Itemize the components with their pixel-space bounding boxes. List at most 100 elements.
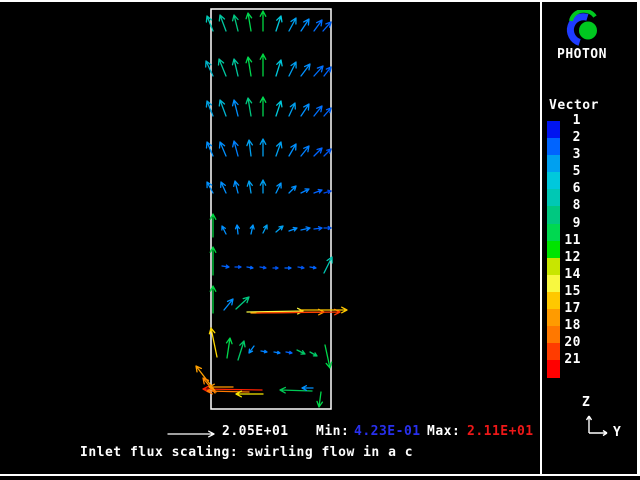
- vector-arrow: [233, 141, 238, 156]
- scale-value: 2.05E+01: [222, 425, 289, 439]
- axis-y-label: Y: [613, 426, 621, 440]
- legend-label: 5: [561, 165, 581, 179]
- legend-swatch: [547, 275, 560, 292]
- vector-arrow: [289, 18, 296, 31]
- vector-arrow: [233, 100, 238, 116]
- vector-arrow: [289, 144, 296, 156]
- vector-arrow: [227, 338, 233, 358]
- legend-swatch: [547, 258, 560, 275]
- vector-arrow: [314, 20, 322, 31]
- vector-arrow: [314, 106, 322, 116]
- photon-app-window: PHOTON Vector 12356891112141517182021 Z …: [0, 0, 640, 480]
- vector-arrow: [289, 103, 295, 116]
- vector-arrow: [234, 181, 239, 193]
- max-value: 2.11E+01: [467, 425, 534, 439]
- vector-arrow: [260, 97, 266, 116]
- vector-arrow: [219, 15, 226, 31]
- vector-arrow: [324, 149, 331, 156]
- legend-swatch: [547, 360, 560, 377]
- vector-arrow: [250, 225, 254, 234]
- vector-arrow: [260, 54, 266, 76]
- photon-logo-icon: [564, 10, 608, 50]
- vector-arrow: [301, 104, 309, 116]
- vector-arrow: [276, 142, 282, 156]
- vector-arrow: [289, 186, 296, 193]
- vector-plot-canvas: [0, 0, 640, 480]
- vector-arrow: [289, 62, 296, 76]
- legend-label: 1: [561, 114, 581, 128]
- vector-arrow: [238, 341, 245, 360]
- vector-arrow: [207, 182, 213, 193]
- vector-arrow: [274, 351, 280, 353]
- vector-arrow: [301, 146, 309, 156]
- vector-arrow: [297, 350, 305, 354]
- legend-swatch: [547, 172, 560, 189]
- vector-arrow: [286, 351, 292, 353]
- legend-swatch: [547, 189, 560, 206]
- vector-arrow: [289, 228, 297, 232]
- vector-arrow: [323, 22, 331, 31]
- legend-swatch: [547, 292, 560, 309]
- vector-arrow: [276, 60, 282, 76]
- vector-arrow: [246, 57, 252, 76]
- vector-arrow: [314, 190, 322, 194]
- vector-arrow: [324, 67, 331, 76]
- legend-label: 18: [561, 319, 581, 333]
- vector-arrow: [285, 267, 291, 269]
- axis-z-label: Z: [582, 396, 590, 410]
- vector-arrow: [260, 180, 265, 193]
- vector-arrow: [310, 266, 316, 268]
- vector-arrow: [219, 59, 227, 76]
- vector-arrow: [260, 11, 266, 31]
- legend-label: 20: [561, 336, 581, 350]
- color-legend: 12356891112141517182021: [547, 121, 583, 377]
- legend-label: 9: [561, 217, 581, 231]
- vector-arrow: [301, 189, 309, 193]
- vector-arrow: [246, 98, 252, 116]
- legend-swatch: [547, 206, 560, 223]
- vector-arrow: [246, 13, 252, 31]
- legend-label: 3: [561, 148, 581, 162]
- vector-arrow: [302, 386, 313, 391]
- vector-arrow: [276, 226, 283, 232]
- legend-swatch: [547, 224, 560, 241]
- vector-arrow: [233, 59, 239, 76]
- plot-title: Inlet flux scaling: swirling flow in a c: [80, 446, 413, 460]
- vector-arrow: [206, 61, 213, 76]
- max-label: Max:: [427, 425, 460, 439]
- legend-item: 21: [547, 360, 583, 377]
- vector-arrow: [301, 19, 309, 31]
- vector-arrow: [247, 266, 253, 268]
- vector-arrow: [301, 227, 310, 231]
- axis-orientation-icon: [587, 416, 608, 436]
- vector-arrow: [310, 352, 317, 356]
- vector-arrow: [298, 266, 304, 268]
- legend-swatch: [547, 155, 560, 172]
- vector-arrow: [314, 66, 323, 76]
- scale-minmax-row: 2.05E+01 Min: 4.23E-01 Max: 2.11E+01: [0, 425, 540, 441]
- vector-arrow: [301, 64, 310, 76]
- legend-swatch: [547, 343, 560, 360]
- vector-arrow: [222, 226, 226, 234]
- vector-arrow: [247, 181, 252, 193]
- vector-arrow: [263, 225, 267, 233]
- legend-swatch: [547, 121, 560, 138]
- vector-arrow: [324, 190, 331, 193]
- vector-arrow: [276, 16, 282, 31]
- legend-label: 12: [561, 251, 581, 265]
- legend-label: 6: [561, 182, 581, 196]
- vector-arrow: [224, 299, 233, 310]
- vector-arrow: [324, 227, 331, 230]
- min-label: Min:: [316, 425, 349, 439]
- vector-arrow: [206, 101, 213, 116]
- vector-arrow: [236, 225, 240, 234]
- vector-arrow: [219, 100, 226, 116]
- legend-swatch: [547, 138, 560, 155]
- vector-arrow: [260, 139, 266, 156]
- legend-label: 15: [561, 285, 581, 299]
- vector-arrow: [317, 392, 322, 407]
- vector-arrow: [233, 15, 238, 31]
- vector-arrow: [249, 346, 254, 353]
- vector-arrow: [324, 108, 331, 116]
- legend-label: 8: [561, 199, 581, 213]
